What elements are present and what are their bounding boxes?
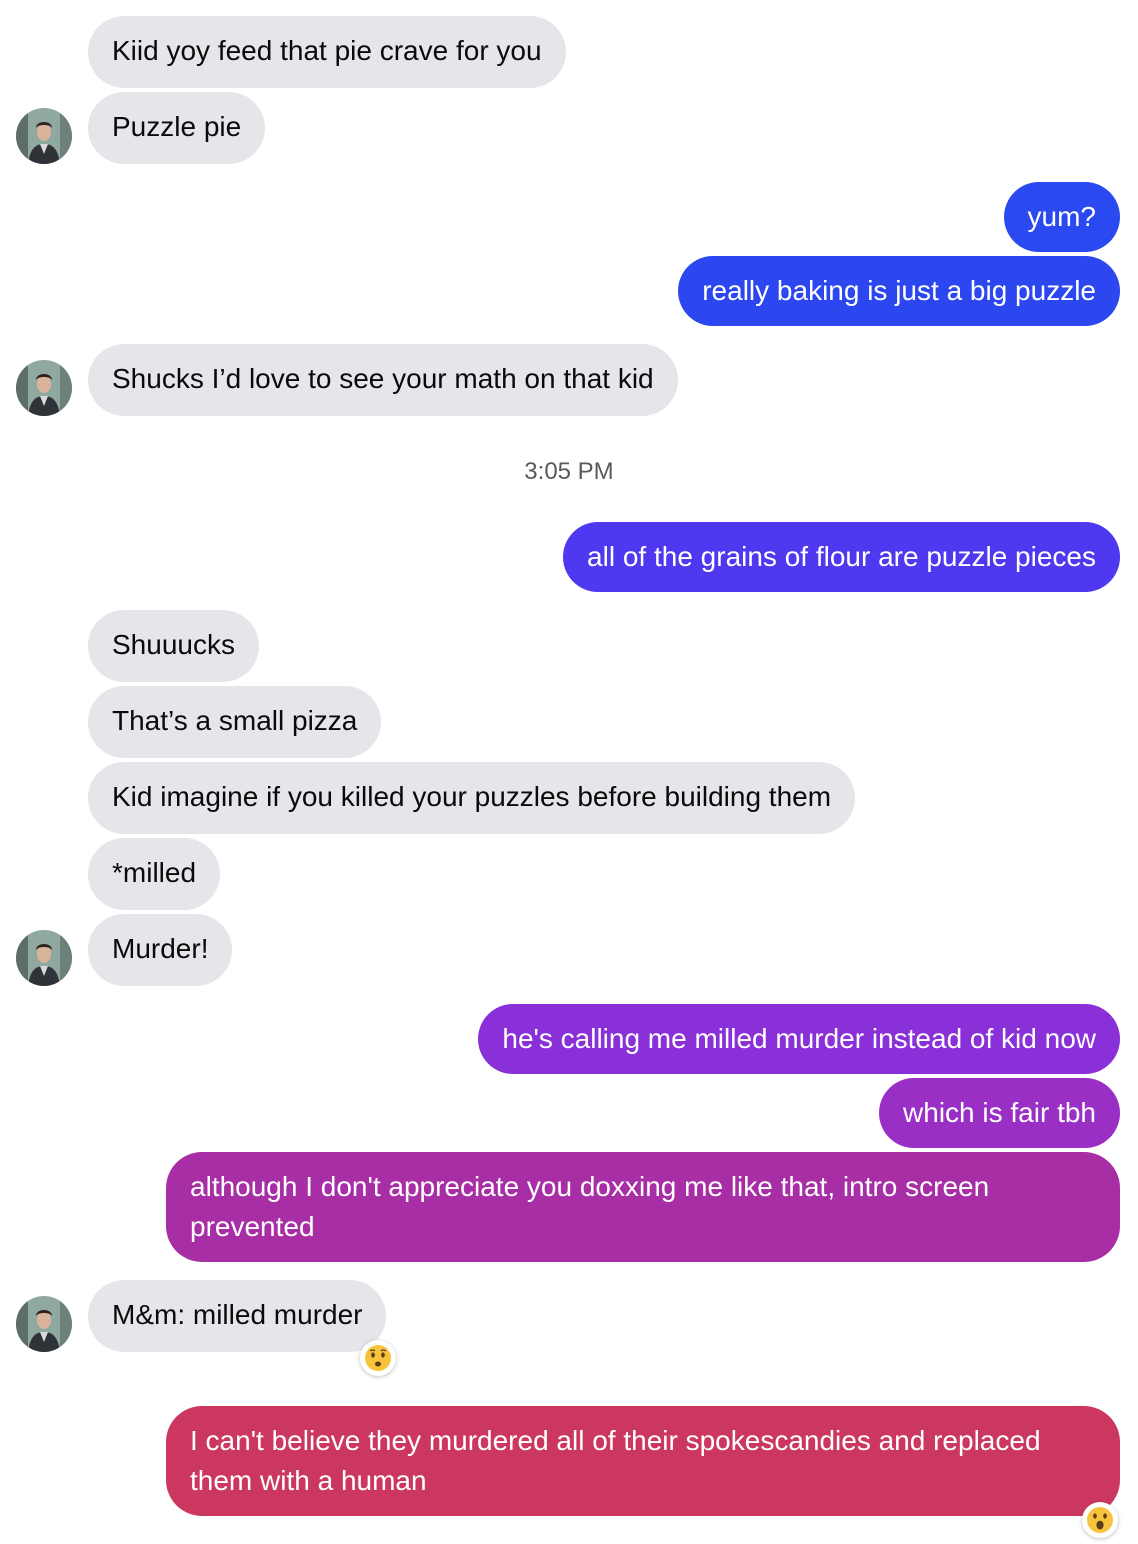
conversation: Kiid yoy feed that pie crave for you Puz… [0,0,1138,1544]
message-bubble-incoming[interactable]: M&m: milled murder [88,1280,387,1352]
contact-avatar[interactable] [16,930,72,986]
message-timestamp: 3:05 PM [524,458,614,485]
message-bubble-incoming[interactable]: Kid imagine if you killed your puzzles b… [88,762,856,834]
avatar-icon [16,360,72,416]
message-bubble-incoming[interactable]: Puzzle pie [88,92,266,164]
contact-avatar[interactable] [16,1296,72,1352]
message-bubble-outgoing[interactable]: although I don't appreciate you doxxing … [166,1152,1120,1262]
avatar-icon [16,1296,72,1352]
message-bubble-incoming[interactable]: Murder! [88,914,233,986]
hushed-face-icon[interactable] [360,1340,396,1376]
contact-avatar[interactable] [16,108,72,164]
avatar-icon [16,930,72,986]
message-bubble-outgoing[interactable]: yum? [1003,182,1120,252]
surprised-face-icon[interactable] [1082,1502,1118,1538]
message-bubble-incoming[interactable]: That’s a small pizza [88,686,382,758]
message-bubble-incoming[interactable]: Shuuucks [88,610,259,682]
message-bubble-incoming[interactable]: *milled [88,838,221,910]
avatar-icon [16,108,72,164]
message-bubble-outgoing[interactable]: I can't believe they murdered all of the… [166,1406,1120,1516]
message-bubble-outgoing[interactable]: which is fair tbh [879,1078,1120,1148]
surprised-face-emoji-icon [1087,1507,1113,1533]
message-bubble-outgoing[interactable]: really baking is just a big puzzle [678,256,1120,326]
contact-avatar[interactable] [16,360,72,416]
message-bubble-outgoing[interactable]: he's calling me milled murder instead of… [478,1004,1120,1074]
message-bubble-outgoing[interactable]: all of the grains of flour are puzzle pi… [563,522,1120,592]
hushed-face-emoji-icon [365,1345,391,1371]
message-bubble-incoming[interactable]: Shucks I’d love to see your math on that… [88,344,678,416]
message-bubble-incoming[interactable]: Kiid yoy feed that pie crave for you [88,16,566,88]
